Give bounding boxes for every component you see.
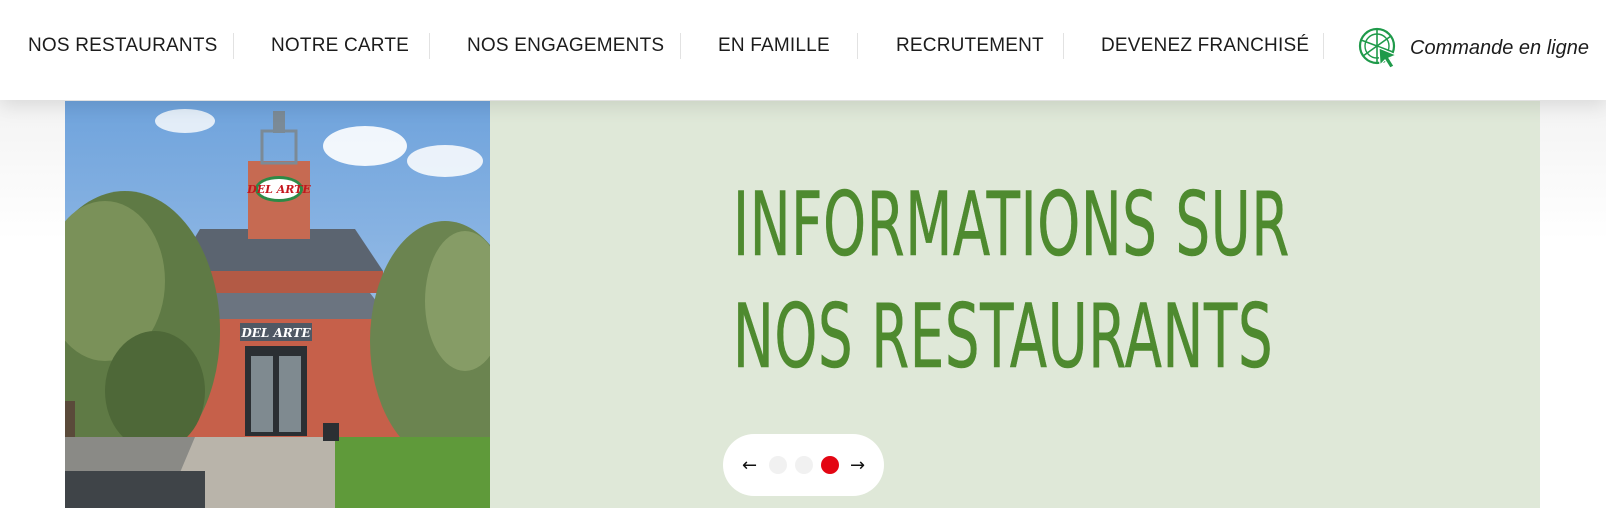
order-online-link[interactable]: Commande en ligne <box>1358 26 1602 70</box>
nav-separator <box>233 33 234 59</box>
restaurant-facade-photo: DEL ARTE DEL ARTE <box>65 101 490 508</box>
headline-line-1: INFORMATIONS SUR <box>733 173 1290 277</box>
nav-separator <box>1323 33 1324 59</box>
nav-separator <box>429 33 430 59</box>
carousel-controls: ← → <box>723 434 884 496</box>
pizza-cursor-icon <box>1358 27 1398 69</box>
hero-banner: DEL ARTE DEL ARTE INFORMATIONS SUR NOS R… <box>65 101 1540 508</box>
nav-item-recrutement[interactable]: RECRUTEMENT <box>896 0 1044 92</box>
arrow-right-icon[interactable]: → <box>847 454 869 476</box>
nav-separator <box>857 33 858 59</box>
carousel-dot-3-active[interactable] <box>820 456 839 474</box>
nav-separator <box>680 33 681 59</box>
order-online-label: Commande en ligne <box>1410 36 1589 59</box>
headline-line-2: NOS RESTAURANTS <box>733 285 1274 389</box>
nav-item-nos-restaurants[interactable]: NOS RESTAURANTS <box>28 0 218 92</box>
nav-item-en-famille[interactable]: EN FAMILLE <box>718 0 830 92</box>
carousel-dot-2[interactable] <box>794 456 813 474</box>
door-sign-text: DEL ARTE <box>240 326 311 340</box>
arrow-left-icon[interactable]: ← <box>739 454 761 476</box>
nav-item-notre-carte[interactable]: NOTRE CARTE <box>271 0 409 92</box>
main-navigation: NOS RESTAURANTS NOTRE CARTE NOS ENGAGEME… <box>0 0 1606 100</box>
banner-headline: INFORMATIONS SUR NOS RESTAURANTS <box>733 169 1290 393</box>
nav-item-devenez-franchise[interactable]: DEVENEZ FRANCHISÉ <box>1101 0 1309 92</box>
nav-separator <box>1063 33 1064 59</box>
tower-sign-text: DEL ARTE <box>246 183 311 196</box>
nav-item-nos-engagements[interactable]: NOS ENGAGEMENTS <box>467 0 664 92</box>
carousel-dot-1[interactable] <box>768 456 787 474</box>
